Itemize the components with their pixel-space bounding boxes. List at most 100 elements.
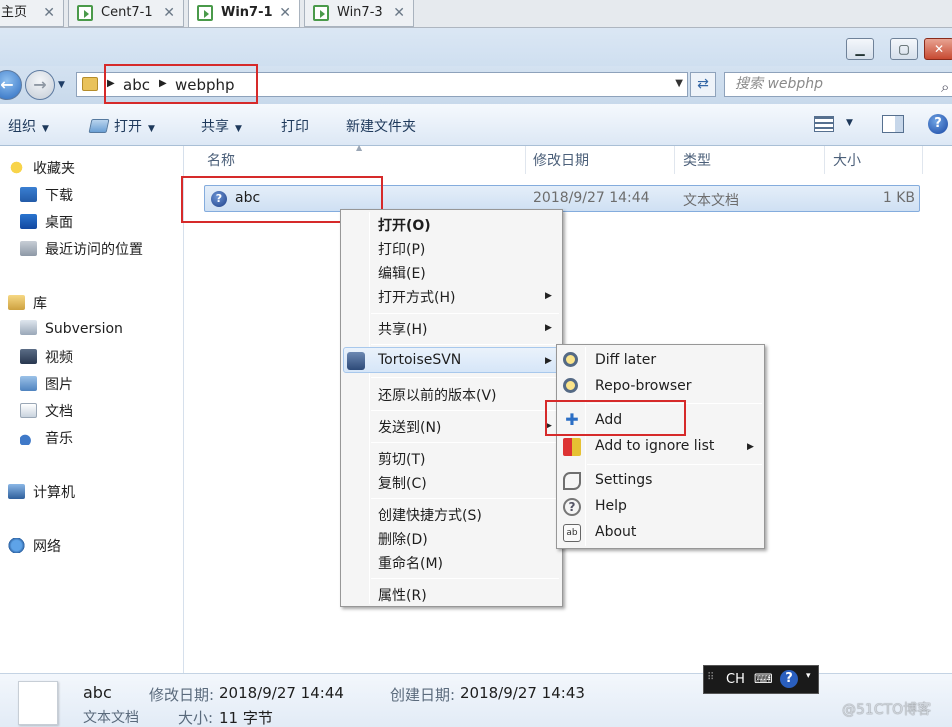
close-icon[interactable]: ✕ bbox=[43, 0, 55, 26]
recent-pages-dropdown[interactable]: ▼ bbox=[58, 80, 65, 90]
view-options-icon[interactable] bbox=[814, 116, 834, 132]
menu-item-properties[interactable]: 属性(R) bbox=[378, 585, 427, 605]
menu-separator bbox=[371, 442, 559, 443]
chevron-right-icon: ▶ bbox=[747, 442, 754, 452]
nav-desktop[interactable]: 桌面 bbox=[20, 212, 73, 232]
detail-created-label: 创建日期: bbox=[390, 686, 456, 704]
menu-item-open[interactable]: 打开(O) bbox=[378, 215, 431, 235]
grip-icon[interactable]: ⠿ bbox=[707, 672, 714, 683]
detail-size-value: 11 字节 bbox=[219, 709, 273, 727]
nav-recent[interactable]: 最近访问的位置 bbox=[20, 239, 143, 259]
menu-item-print[interactable]: 打印(P) bbox=[378, 239, 425, 259]
nav-label: 最近访问的位置 bbox=[45, 242, 143, 258]
minimize-button[interactable]: ▁ bbox=[846, 38, 874, 60]
menu-item-help[interactable]: Help bbox=[595, 498, 627, 514]
library-icon bbox=[8, 295, 25, 310]
chevron-down-icon[interactable]: ▾ bbox=[806, 671, 811, 681]
preview-pane-icon[interactable] bbox=[882, 115, 904, 133]
vm-icon bbox=[197, 5, 213, 21]
file-modified: 2018/9/27 14:44 bbox=[533, 190, 650, 206]
chevron-down-icon[interactable]: ▼ bbox=[846, 118, 853, 128]
share-button[interactable]: 共享 ▼ bbox=[201, 116, 242, 136]
menu-item-restore-versions[interactable]: 还原以前的版本(V) bbox=[378, 385, 497, 405]
nav-favorites[interactable]: 收藏夹 bbox=[8, 158, 75, 178]
settings-icon bbox=[563, 472, 581, 490]
nav-pictures[interactable]: 图片 bbox=[20, 374, 73, 394]
tortoisesvn-submenu: Diff later Repo-browser ✚ Add Add to ign… bbox=[556, 344, 765, 549]
menu-item-rename[interactable]: 重命名(M) bbox=[378, 553, 443, 573]
column-divider[interactable] bbox=[824, 146, 825, 174]
tab-label: 主页 bbox=[1, 5, 28, 20]
nav-videos[interactable]: 视频 bbox=[20, 347, 73, 367]
tab-home[interactable]: 主页 ✕ bbox=[0, 0, 64, 27]
window-title-bar bbox=[0, 28, 952, 66]
tab-label: Win7-1 bbox=[221, 5, 273, 20]
menu-item-diff-later[interactable]: Diff later bbox=[595, 352, 656, 368]
nav-subversion[interactable]: Subversion bbox=[20, 320, 123, 337]
column-divider[interactable] bbox=[674, 146, 675, 174]
chevron-down-icon[interactable]: ▼ bbox=[675, 78, 683, 89]
menu-item-open-with[interactable]: 打开方式(H) bbox=[378, 287, 455, 307]
detail-modified-label: 修改日期: bbox=[149, 686, 215, 704]
nav-label: 视频 bbox=[45, 350, 73, 366]
documents-icon bbox=[20, 403, 37, 418]
nav-music[interactable]: 音乐 bbox=[20, 428, 73, 448]
menu-item-create-shortcut[interactable]: 创建快捷方式(S) bbox=[378, 505, 482, 525]
menu-separator bbox=[371, 344, 559, 345]
tab-win7-1[interactable]: Win7-1 ✕ bbox=[188, 0, 300, 28]
nav-libraries[interactable]: 库 bbox=[8, 293, 47, 313]
column-divider[interactable] bbox=[525, 146, 526, 174]
menu-item-about[interactable]: About bbox=[595, 524, 636, 540]
column-header-name[interactable]: 名称 bbox=[207, 150, 235, 170]
vm-icon bbox=[77, 5, 93, 21]
nav-downloads[interactable]: 下载 bbox=[20, 185, 73, 205]
print-button[interactable]: 打印 bbox=[281, 116, 309, 136]
tab-win7-3[interactable]: Win7-3 ✕ bbox=[304, 0, 414, 27]
close-window-button[interactable]: ✕ bbox=[924, 38, 952, 60]
forward-button[interactable]: → bbox=[25, 70, 55, 100]
column-header-type[interactable]: 类型 bbox=[683, 150, 711, 170]
menu-item-settings[interactable]: Settings bbox=[595, 472, 652, 488]
menu-item-tortoisesvn[interactable]: TortoiseSVN bbox=[378, 352, 461, 368]
maximize-button[interactable]: ▢ bbox=[890, 38, 918, 60]
keyboard-icon[interactable]: ⌨ bbox=[754, 672, 773, 687]
nav-label: 计算机 bbox=[33, 485, 75, 501]
close-icon[interactable]: ✕ bbox=[279, 0, 291, 26]
highlight-add bbox=[545, 400, 686, 436]
ime-language-bar[interactable]: ⠿ CH ⌨ ? ▾ bbox=[703, 665, 819, 694]
refresh-button[interactable]: ⇄ bbox=[690, 72, 716, 97]
back-button[interactable]: ← bbox=[0, 70, 22, 100]
column-header-size[interactable]: 大小 bbox=[833, 150, 861, 170]
folder-icon bbox=[82, 77, 98, 91]
menu-item-delete[interactable]: 删除(D) bbox=[378, 529, 428, 549]
menu-item-repo-browser[interactable]: Repo-browser bbox=[595, 378, 692, 394]
tab-cent7-1[interactable]: Cent7-1 ✕ bbox=[68, 0, 184, 27]
nav-computer[interactable]: 计算机 bbox=[8, 482, 75, 502]
column-header-modified[interactable]: 修改日期 bbox=[533, 150, 589, 170]
menu-item-copy[interactable]: 复制(C) bbox=[378, 473, 427, 493]
menu-item-add-to-ignore-list[interactable]: Add to ignore list bbox=[595, 438, 714, 454]
nav-network[interactable]: 网络 bbox=[8, 536, 61, 556]
menu-item-send-to[interactable]: 发送到(N) bbox=[378, 417, 441, 437]
new-folder-button[interactable]: 新建文件夹 bbox=[346, 116, 416, 136]
chevron-right-icon: ▶ bbox=[545, 291, 552, 301]
file-thumbnail-icon bbox=[18, 681, 58, 725]
menu-item-share[interactable]: 共享(H) bbox=[378, 319, 427, 339]
close-icon[interactable]: ✕ bbox=[163, 0, 175, 26]
arrow-left-icon: ← bbox=[0, 75, 14, 94]
help-icon[interactable]: ? bbox=[928, 114, 948, 134]
menu-item-cut[interactable]: 剪切(T) bbox=[378, 449, 425, 469]
close-icon[interactable]: ✕ bbox=[393, 0, 405, 26]
ime-language[interactable]: CH bbox=[726, 672, 745, 687]
menu-separator bbox=[371, 498, 559, 499]
menu-item-edit[interactable]: 编辑(E) bbox=[378, 263, 426, 283]
help-icon[interactable]: ? bbox=[780, 670, 798, 688]
open-button[interactable]: 打开 ▼ bbox=[88, 116, 155, 136]
search-input[interactable]: 搜索 webphp ⌕ bbox=[724, 72, 952, 97]
computer-icon bbox=[8, 484, 25, 499]
search-icon[interactable]: ⌕ bbox=[941, 76, 949, 99]
sort-ascending-icon: ▲ bbox=[356, 143, 363, 152]
nav-documents[interactable]: 文档 bbox=[20, 401, 73, 421]
organize-button[interactable]: 组织 ▼ bbox=[8, 116, 49, 136]
column-divider[interactable] bbox=[922, 146, 923, 174]
